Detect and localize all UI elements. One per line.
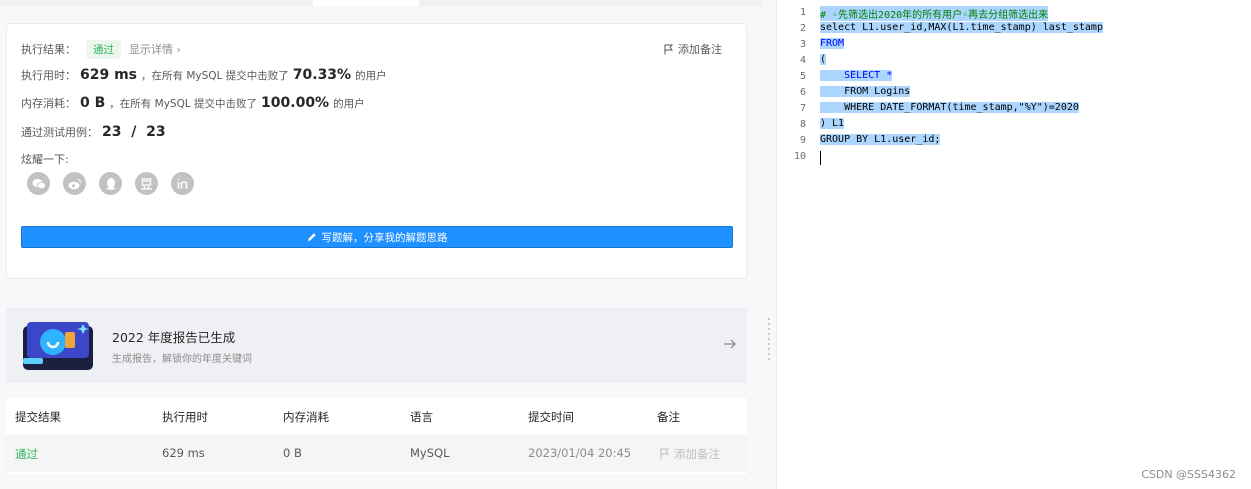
share-label: 炫耀一下: [21, 153, 69, 166]
runtime-label: 执行用时： [21, 69, 76, 82]
status-row: 执行结果： 通过 显示详情 › [21, 40, 181, 59]
runtime-value: 629 ms [80, 67, 138, 83]
submissions-table: 提交结果 执行用时 内存消耗 语言 提交时间 备注 通过 629 ms 0 B … [6, 398, 747, 474]
runtime-tail: 的用户 [355, 70, 387, 82]
row-result[interactable]: 通过 [15, 446, 38, 462]
write-solution-button[interactable]: 写题解，分享我的解题思路 [21, 226, 733, 248]
line-number: 3 [799, 39, 806, 50]
share-row-label: 炫耀一下: [21, 151, 69, 167]
code-line[interactable]: # ◦先筛选出2020年的所有用户◦再去分组筛选出来 [820, 6, 1049, 21]
line-number: 1 [799, 7, 806, 18]
header-memory: 内存消耗 [283, 410, 329, 424]
memory-desc: ，在所有 MySQL 提交中击败了 [109, 98, 258, 110]
row-memory: 0 B [283, 446, 302, 460]
show-details-link[interactable]: 显示详情 › [129, 41, 181, 57]
line-number: 6 [799, 87, 806, 98]
result-card: 执行结果： 通过 显示详情 › 添加备注 执行用时： 629 ms ，在所有 M… [6, 23, 747, 279]
add-note-label: 添加备注 [678, 43, 722, 56]
header-result: 提交结果 [15, 410, 61, 424]
memory-row: 内存消耗： 0 B ，在所有 MySQL 提交中击败了 100.00% 的用户 [21, 95, 365, 111]
pencil-icon [307, 233, 316, 241]
linkedin-icon[interactable] [171, 172, 194, 195]
table-header: 提交结果 执行用时 内存消耗 语言 提交时间 备注 [6, 398, 747, 435]
annual-report-banner[interactable]: 2022 年度报告已生成 生成报告，解锁你的年度关键词 [6, 308, 747, 383]
tests-row: 通过测试用例： 23 / 23 [21, 124, 170, 140]
tests-label: 通过测试用例： [21, 126, 98, 139]
arrow-right-icon[interactable] [723, 337, 737, 351]
douban-icon[interactable] [135, 172, 158, 195]
row-add-note-button[interactable]: 添加备注 [660, 446, 720, 462]
memory-tail: 的用户 [333, 98, 365, 110]
report-title: 2022 年度报告已生成 [112, 330, 236, 345]
row-add-note-label: 添加备注 [674, 447, 720, 461]
table-row[interactable]: 通过 629 ms 0 B MySQL 2023/01/04 20:45 添加备… [6, 435, 747, 472]
code-line[interactable]: SELECT * [820, 70, 893, 81]
runtime-row: 执行用时： 629 ms ，在所有 MySQL 提交中击败了 70.33% 的用… [21, 67, 387, 83]
resize-handle[interactable] [768, 318, 770, 360]
status-badge: 通过 [86, 40, 121, 59]
line-number: 7 [799, 103, 806, 114]
row-language: MySQL [410, 446, 450, 460]
share-icons [27, 172, 194, 195]
status-label: 执行结果： [21, 43, 76, 56]
code-line[interactable]: GROUP BY L1.user_id; [820, 134, 941, 145]
code-line[interactable]: FROM Logins [820, 86, 911, 97]
header-note: 备注 [657, 410, 680, 424]
watermark: CSDN @SSS4362 [1141, 468, 1236, 481]
line-number: 2 [799, 23, 806, 34]
wechat-icon[interactable] [27, 172, 50, 195]
code-line[interactable]: FROM [820, 38, 845, 49]
report-illustration-icon [23, 322, 93, 370]
memory-label: 内存消耗： [21, 97, 76, 110]
header-runtime: 执行用时 [162, 410, 208, 424]
line-number: 5 [799, 71, 806, 82]
panel-divider[interactable] [762, 0, 776, 489]
line-number: 4 [799, 55, 806, 66]
runtime-desc: ，在所有 MySQL 提交中击败了 [141, 70, 289, 82]
row-submit-time: 2023/01/04 20:45 [528, 446, 632, 460]
add-note-button[interactable]: 添加备注 [664, 41, 722, 57]
header-submit-time: 提交时间 [528, 410, 574, 424]
line-number: 10 [793, 151, 806, 162]
code-editor[interactable]: 1 2 3 4 5 6 7 8 9 10 # ◦先筛选出2020年的所有用户◦再… [776, 0, 1251, 489]
write-solution-label: 写题解，分享我的解题思路 [321, 231, 448, 244]
code-line[interactable]: WHERE DATE_FORMAT(time_stamp,"%Y")=2020 [820, 102, 1079, 113]
runtime-percent: 70.33% [292, 67, 352, 83]
weibo-icon[interactable] [63, 172, 86, 195]
line-number: 8 [799, 119, 806, 130]
code-line[interactable]: select L1.user_id,MAX(L1.time_stamp) las… [820, 22, 1103, 33]
report-subtitle: 生成报告，解锁你的年度关键词 [112, 354, 252, 365]
text-cursor [820, 151, 821, 165]
qq-icon[interactable] [99, 172, 122, 195]
active-tab-indicator[interactable] [313, 0, 419, 6]
code-line[interactable]: ( [820, 54, 827, 65]
flag-icon [660, 448, 670, 460]
code-line[interactable]: ) L1 [820, 118, 845, 129]
line-number: 9 [799, 135, 806, 146]
header-language: 语言 [410, 410, 433, 424]
app-root: 执行结果： 通过 显示详情 › 添加备注 执行用时： 629 ms ，在所有 M… [0, 0, 1251, 489]
flag-icon [664, 44, 674, 54]
left-panel: 执行结果： 通过 显示详情 › 添加备注 执行用时： 629 ms ，在所有 M… [0, 0, 762, 489]
memory-percent: 100.00% [261, 95, 330, 111]
tests-value: 23 / 23 [102, 124, 166, 140]
row-runtime: 629 ms [162, 446, 205, 460]
memory-value: 0 B [80, 95, 106, 111]
